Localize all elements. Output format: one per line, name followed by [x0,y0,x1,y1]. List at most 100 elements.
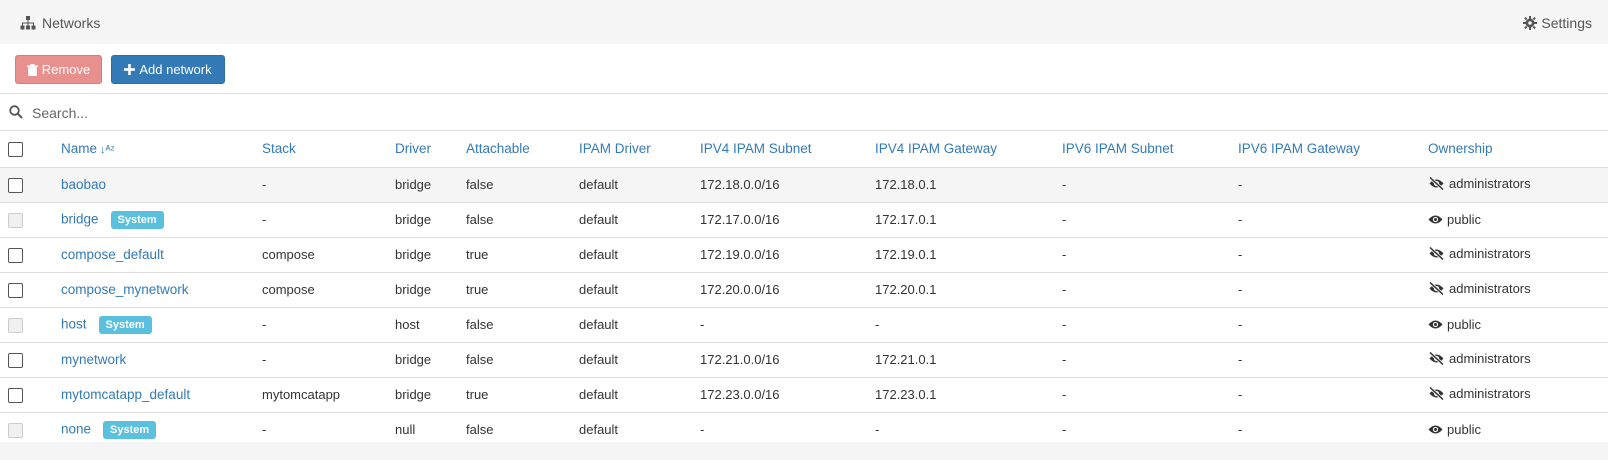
cell-ipv4-subnet: 172.20.0.0/16 [700,282,780,297]
remove-button[interactable]: Remove [15,55,102,84]
ownership-label: administrators [1449,176,1531,191]
network-name-cell: baobao [61,167,262,202]
cell-ipv4-gateway: 172.17.0.1 [875,212,937,227]
row-select-cell [0,307,61,342]
ownership-cell: administrators [1428,167,1608,202]
cell-attachable: false [466,352,494,367]
column-header-ipv4-subnet[interactable]: IPV4 IPAM Subnet [700,131,875,168]
cell-stack: - [262,177,267,192]
add-network-button[interactable]: Add network [111,55,225,84]
cell-ipv4-subnet: 172.19.0.0/16 [700,247,780,262]
cell-driver: bridge [395,282,432,297]
ownership-cell: public [1428,307,1608,342]
column-header-ipv4-gateway[interactable]: IPV4 IPAM Gateway [875,131,1062,168]
table-row[interactable]: mynetwork - bridge false default 172.21.0.0/1… [0,342,1608,377]
row-select-cell [0,167,61,202]
network-name-cell: host System [61,307,262,342]
column-header-attachable[interactable]: Attachable [466,131,579,168]
eye-icon [1428,215,1443,223]
cell-ipam-driver: default [579,317,619,332]
system-badge: System [110,210,164,229]
row-checkbox[interactable] [8,282,23,298]
network-name-cell: mynetwork [61,342,262,377]
search-input[interactable] [32,102,1592,124]
cell-ipv6-subnet: - [1062,177,1067,192]
cell-ipam-driver: default [579,177,619,192]
cell-attachable: false [466,177,494,192]
column-header-ipam-driver[interactable]: IPAM Driver [579,131,700,168]
column-header-driver[interactable]: Driver [395,131,466,168]
cell-ipv6-gateway: - [1238,352,1243,367]
ownership-label: administrators [1449,246,1531,261]
table-row[interactable]: mytomcatapp_default mytomcatapp bridge true… [0,377,1608,412]
network-name-link[interactable]: mynetwork [61,352,126,367]
select-all-checkbox[interactable] [8,141,23,157]
table-row[interactable]: compose_default compose bridge true default 1… [0,237,1608,272]
network-name-link[interactable]: bridge [61,211,99,226]
row-select-cell [0,272,61,307]
cell-ipv6-gateway: - [1238,212,1243,227]
eye-icon [1428,425,1443,433]
network-name-link[interactable]: none [61,421,91,436]
network-name-cell: bridge System [61,202,262,237]
row-checkbox[interactable] [8,352,23,368]
ownership-label: public [1447,421,1481,437]
network-name-link[interactable]: compose_mynetwork [61,282,189,297]
cell-ipv6-gateway: - [1238,317,1243,332]
settings-button[interactable]: Settings [1523,15,1592,31]
column-header-stack[interactable]: Stack [262,131,395,168]
eye-icon [1428,320,1443,328]
plus-icon [124,64,136,75]
ownership-label: public [1447,211,1481,227]
table-row[interactable]: bridge System - bridge false default 172.17.0.… [0,202,1608,237]
table-header-row: Name ↓ᴬᶻ Stack Driver Attachable IPAM Dri… [0,131,1608,168]
column-header-ownership[interactable]: Ownership [1428,131,1608,168]
cell-ipv4-gateway: 172.19.0.1 [875,247,937,262]
network-name-link[interactable]: mytomcatapp_default [61,387,190,402]
ownership-label: administrators [1449,351,1531,366]
network-name-link[interactable]: host [61,316,87,331]
ownership-cell: administrators [1428,237,1608,272]
row-checkbox[interactable] [8,177,23,193]
cell-attachable: false [466,212,494,227]
cell-ipv6-gateway: - [1238,247,1243,262]
row-select-cell [0,342,61,377]
column-header-ipv6-gateway[interactable]: IPV6 IPAM Gateway [1238,131,1428,168]
network-name-cell: compose_default [61,237,262,272]
cell-ipam-driver: default [579,282,619,297]
cell-attachable: true [466,247,489,262]
cell-ipv6-subnet: - [1062,247,1067,262]
row-select-cell [0,202,61,237]
cell-driver: bridge [395,177,432,192]
row-checkbox[interactable] [8,247,23,263]
table-row[interactable]: compose_mynetwork compose bridge true defaul… [0,272,1608,307]
settings-label: Settings [1541,15,1592,31]
cell-stack: mytomcatapp [262,387,341,402]
column-header-name[interactable]: Name ↓ᴬᶻ [61,131,262,168]
cell-ipv6-gateway: - [1238,177,1243,192]
network-name-link[interactable]: compose_default [61,247,164,262]
ownership-cell: administrators [1428,272,1608,307]
cell-ipv6-subnet: - [1062,212,1067,227]
cell-ipam-driver: default [579,247,619,262]
cell-ipv4-gateway: 172.18.0.1 [875,177,937,192]
table-body: baobao - bridge false default 172.18.0.0/16 17… [0,167,1608,447]
column-header-name-label: Name [61,141,98,157]
remove-button-label: Remove [41,62,91,77]
cell-stack: compose [262,247,315,262]
network-name-link[interactable]: baobao [61,177,106,192]
cell-stack: - [262,317,267,332]
cell-ipv4-subnet: 172.17.0.0/16 [700,212,780,227]
column-header-ipv6-subnet[interactable]: IPV6 IPAM Subnet [1062,131,1238,168]
trash-icon [26,63,38,76]
cell-ipv4-gateway: 172.21.0.1 [875,352,937,367]
row-checkbox[interactable] [8,387,23,403]
page-title: Networks [20,15,100,31]
select-all-cell [0,131,61,168]
cell-ipv6-gateway: - [1238,282,1243,297]
eye-slash-icon [1428,177,1445,190]
cell-ipv4-subnet: - [700,317,705,332]
table-row[interactable]: host System - host false default - - - - public [0,307,1608,342]
table-row[interactable]: baobao - bridge false default 172.18.0.0/16 17… [0,167,1608,202]
cell-driver: bridge [395,212,432,227]
